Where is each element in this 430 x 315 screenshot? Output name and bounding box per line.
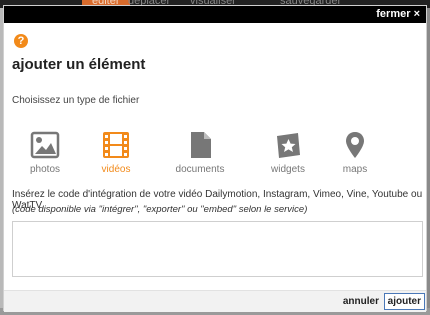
add-element-dialog: fermer × ? ajouter un élément Choisissez… — [3, 5, 427, 312]
film-icon — [103, 132, 129, 158]
file-type-label: maps — [342, 164, 368, 175]
document-icon — [191, 132, 211, 158]
file-type-videos[interactable]: vidéos — [86, 130, 146, 175]
file-type-photos[interactable]: photos — [15, 130, 75, 175]
dialog-title: ajouter un élément — [12, 56, 146, 73]
close-button[interactable]: fermer × — [376, 7, 420, 22]
file-type-prompt: Choisissez un type de fichier — [12, 95, 140, 106]
file-type-label: photos — [29, 164, 61, 175]
file-type-widgets[interactable]: widgets — [258, 130, 318, 175]
widget-star-icon — [277, 133, 300, 158]
embed-code-input[interactable] — [12, 221, 423, 277]
embed-instructions-note: (code disponible via "intégrer", "export… — [12, 204, 308, 215]
add-button[interactable]: ajouter — [383, 293, 425, 310]
file-type-maps[interactable]: maps — [325, 130, 385, 175]
help-icon[interactable]: ? — [14, 34, 28, 48]
file-type-label: widgets — [271, 164, 305, 175]
image-icon — [30, 131, 60, 159]
dialog-topbar: fermer × — [4, 6, 426, 23]
dialog-footer: annuler | ajouter — [4, 290, 426, 312]
map-pin-icon — [346, 132, 364, 158]
file-type-documents[interactable]: documents — [170, 130, 230, 175]
file-type-selector: photos vidéos documents widgets maps — [4, 130, 426, 178]
file-type-label: vidéos — [101, 164, 131, 175]
cancel-button[interactable]: annuler — [343, 296, 379, 307]
file-type-label: documents — [175, 164, 225, 175]
